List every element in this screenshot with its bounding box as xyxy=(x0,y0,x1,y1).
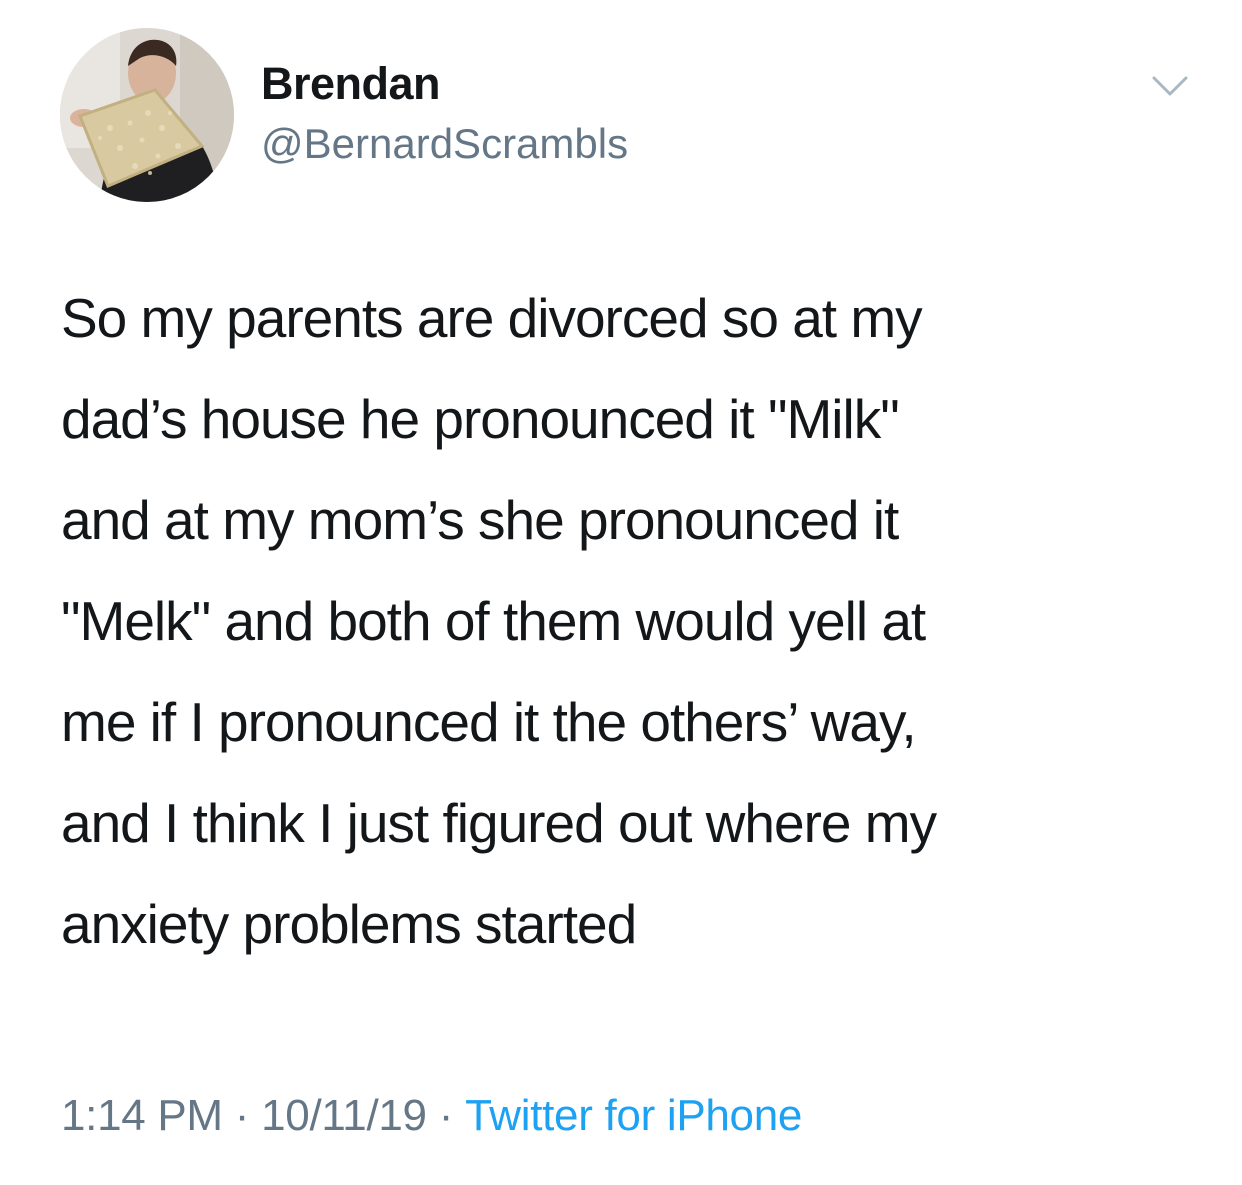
tweet-date[interactable]: 10/11/19 xyxy=(261,1091,427,1140)
chevron-down-icon[interactable] xyxy=(1150,72,1190,100)
user-handle[interactable]: @BernardScrambls xyxy=(261,118,628,170)
tweet-text: So my parents are divorced so at my dad’… xyxy=(61,268,1181,975)
source-link[interactable]: Twitter for iPhone xyxy=(465,1091,802,1140)
tweet-text-line: anxiety problems started xyxy=(61,893,637,955)
tweet-text-line: So my parents are divorced so at my xyxy=(61,287,923,349)
tweet-text-line: and I think I just figured out where my xyxy=(61,792,937,854)
tweet-meta: 1:14 PM · 10/11/19 · Twitter for iPhone xyxy=(61,1088,802,1144)
tweet-text-line: me if I pronounced it the others’ way, xyxy=(61,691,917,753)
meta-separator: · xyxy=(438,1091,454,1140)
meta-separator: · xyxy=(234,1091,250,1140)
tweet-text-line: dad’s house he pronounced it "Milk" xyxy=(61,388,900,450)
tweet-time[interactable]: 1:14 PM xyxy=(61,1091,223,1140)
avatar[interactable] xyxy=(60,28,234,202)
profile-photo-icon xyxy=(60,28,234,202)
tweet-text-line: and at my mom’s she pronounced it xyxy=(61,489,899,551)
display-name[interactable]: Brendan xyxy=(261,58,441,110)
tweet-text-line: "Melk" and both of them would yell at xyxy=(61,590,926,652)
tweet-card: Brendan @BernardScrambls So my parents a… xyxy=(0,0,1242,1185)
